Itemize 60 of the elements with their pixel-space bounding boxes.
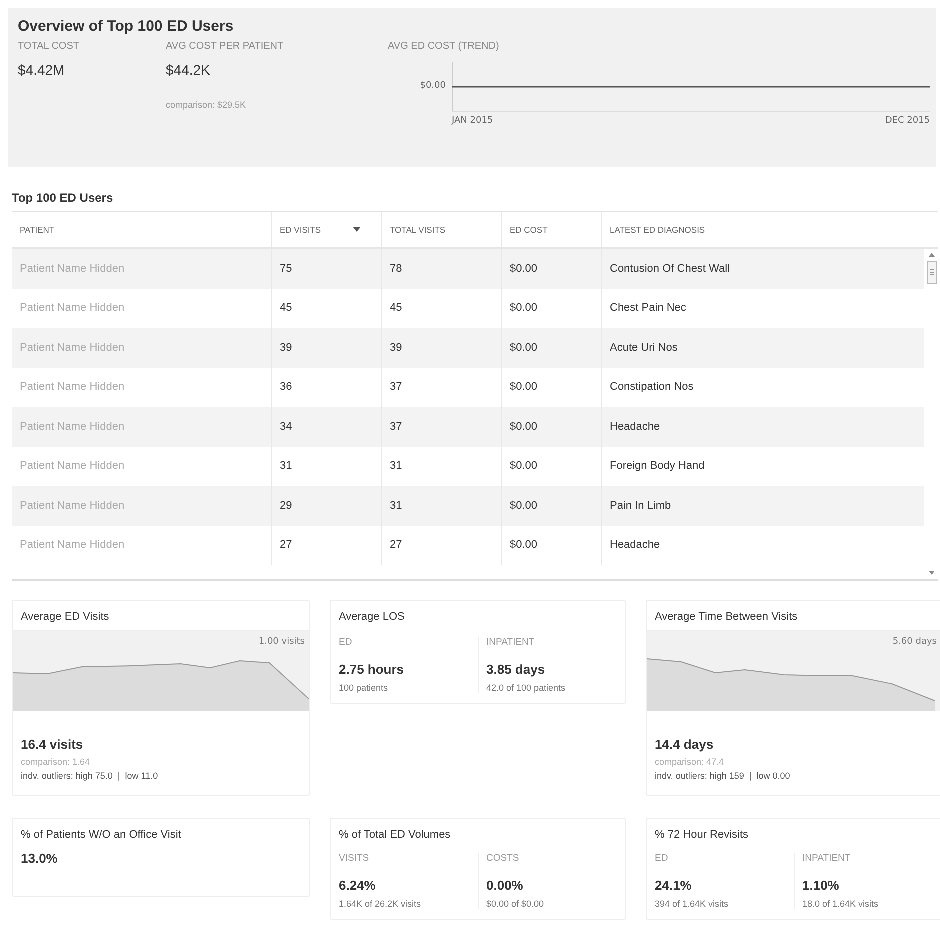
axis-tick-label: JAN 2015 [452,116,494,126]
stat-detail: 394 of 1.64K visits [655,899,730,909]
column-header[interactable]: PATIENT [12,212,272,247]
table-cell-text: Foreign Body Hand [609,459,706,474]
comparison-text: comparison: $29.5K [166,100,248,110]
stat-label: ED [339,637,354,648]
metric-value: $4.42M [18,62,66,78]
chart-label: 1.00 visits [258,637,305,647]
overview-title: Overview of Top 100 ED Users [18,18,235,35]
stat-value: 3.85 days [486,662,546,677]
table-cell-text: Pain In Limb [609,498,672,514]
stat-detail: 100 patients [339,683,390,693]
metric-label: TOTAL COST [18,41,80,52]
table-cell: Patient Name Hidden [12,526,272,565]
table-cell-text: Constipation Nos [609,380,695,396]
stat-label: INPATIENT [486,637,536,648]
stat-label: VISITS [339,853,370,864]
stat-value: 16.4 visits [21,737,84,752]
table-cell: 27 [272,526,382,565]
caret-icon [353,227,361,232]
stat-value: 24.1% [655,878,693,893]
metric-value: $44.2K [166,62,212,78]
metric-label: AVG COST PER PATIENT [166,41,285,52]
stat-detail: 1.64K of 26.2K visits [339,899,422,909]
card-title: % 72 Hour Revisits [654,828,750,843]
outliers-text: indv. outliers: high 75.0 | low 11.0 [21,771,160,781]
table-cell: 27 [382,526,502,565]
stat-label: COSTS [486,853,520,864]
table-cell-text: Headache [609,420,662,435]
stat-value: 6.24% [339,878,377,893]
chart-label: 5.60 days [892,637,937,647]
stat-detail: $0.00 of $0.00 [486,899,546,909]
comparison-text: comparison: 47.4 [655,757,726,767]
table-title: Top 100 ED Users [12,191,114,207]
card-title: Average LOS [338,610,406,625]
column-header[interactable]: ED COST [502,212,602,247]
stat-detail: 42.0 of 100 patients [486,683,567,693]
card-title: % of Patients W/O an Office Visit [20,828,182,843]
table-cell-text: Acute Uri Nos [609,340,679,356]
column-header[interactable]: LATEST ED DIAGNOSIS [602,212,924,247]
stat-value: 1.10% [802,878,840,893]
column-header[interactable]: TOTAL VISITS [382,212,502,247]
table-cell-text: Contusion Of Chest Wall [609,262,732,277]
stat-label: INPATIENT [802,853,852,864]
stat-value: 14.4 days [655,737,715,752]
outliers-text: indv. outliers: high 159 | low 0.00 [655,771,792,781]
table-cell: $0.00 [502,526,602,565]
column-header[interactable]: ED VISITS [272,212,382,247]
table-cell-text: Chest Pain Nec [609,301,688,316]
stat-label: ED [655,853,670,864]
metric-label: AVG ED COST (TREND) [388,41,500,52]
axis-tick-label: DEC 2015 [885,116,930,126]
comparison-text: comparison: 1.64 [21,757,92,767]
stat-value: 13.0% [21,851,59,866]
stat-value: 0.00% [486,878,524,893]
stat-value: 2.75 hours [339,662,406,677]
card-title: % of Total ED Volumes [338,828,452,843]
axis-tick-label: $0.00 [419,81,447,91]
table-cell-text: Headache [609,538,662,554]
stat-detail: 18.0 of 1.64K visits [802,899,880,909]
